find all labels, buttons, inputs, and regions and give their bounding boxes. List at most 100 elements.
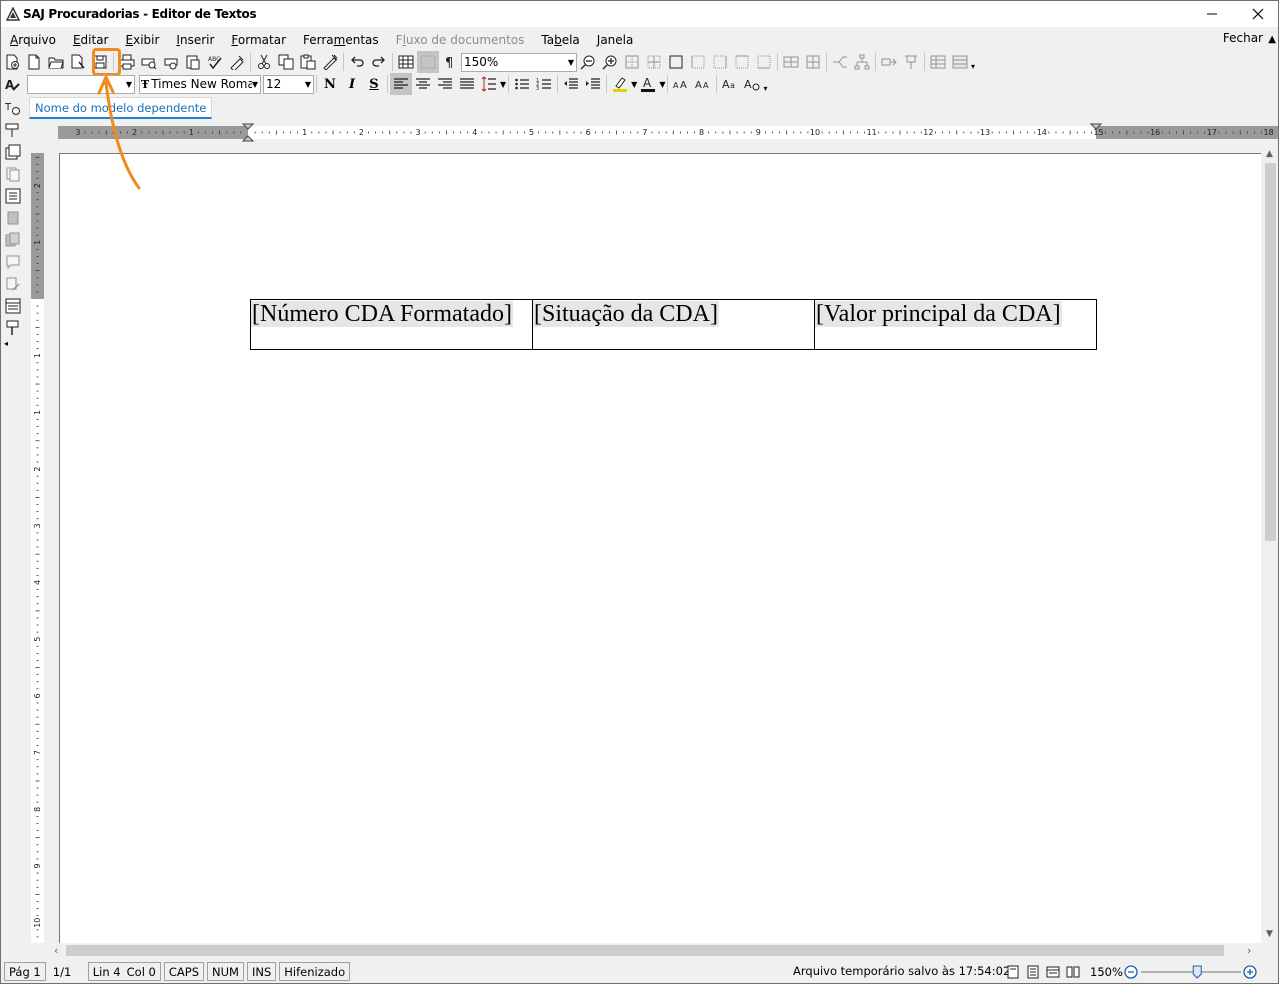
more-tools-chevron-icon[interactable]: ▾ (971, 62, 975, 71)
menu-arquivo[interactable]: Arquivo (1, 33, 64, 47)
align-justify-icon[interactable] (456, 73, 478, 95)
scroll-left-icon[interactable]: ‹ (54, 944, 58, 957)
bullet-list-icon[interactable] (511, 73, 533, 95)
style-brush-icon[interactable]: A (1, 73, 23, 95)
flow-merge-icon[interactable] (900, 51, 922, 73)
scroll-down-icon[interactable]: ▼ (1266, 929, 1273, 939)
format-painter-brush-icon[interactable] (226, 51, 248, 73)
horizontal-scrollbar[interactable]: ‹ › (50, 943, 1263, 958)
field-insert-icon[interactable]: T (2, 97, 24, 119)
clear-format-icon[interactable] (319, 51, 341, 73)
decrease-indent-icon[interactable] (560, 73, 582, 95)
normal-view-icon[interactable] (1043, 963, 1063, 980)
undo-icon[interactable] (346, 51, 368, 73)
flow-split-icon[interactable] (829, 51, 851, 73)
minimize-button[interactable] (1189, 1, 1235, 27)
fechar-menu[interactable]: Fechar (1223, 31, 1263, 45)
page-icon[interactable] (2, 207, 24, 229)
chevron-up-icon[interactable]: ▲ (1268, 34, 1276, 45)
align-center-icon[interactable] (412, 73, 434, 95)
border-outer-icon[interactable] (665, 51, 687, 73)
flow-tree-icon[interactable] (851, 51, 873, 73)
print-setup-icon[interactable] (160, 51, 182, 73)
new-from-template-icon[interactable] (1, 51, 23, 73)
text-block-icon[interactable] (2, 119, 24, 141)
border-bottom-icon[interactable] (753, 51, 775, 73)
field-situacao-cda[interactable]: [Situação da CDA] (533, 301, 719, 327)
border-right-icon[interactable] (709, 51, 731, 73)
change-case-icon[interactable]: Aa (719, 73, 741, 95)
align-left-icon[interactable] (390, 73, 412, 95)
scroll-right-icon[interactable]: › (1247, 944, 1251, 957)
section-layout-icon[interactable] (2, 295, 24, 317)
border-all-icon[interactable] (621, 51, 643, 73)
edit-block-icon[interactable] (2, 273, 24, 295)
line-spacing-icon[interactable] (478, 73, 500, 95)
comment-icon[interactable] (2, 251, 24, 273)
border-top-icon[interactable] (731, 51, 753, 73)
insert-row-icon[interactable] (780, 51, 802, 73)
menu-exibir[interactable]: Exibir (117, 33, 168, 47)
underline-button[interactable]: S (363, 73, 385, 95)
table-gridlines-icon[interactable] (417, 51, 439, 73)
menu-inserir[interactable]: Inserir (167, 33, 222, 47)
vertical-scroll-thumb[interactable] (1265, 163, 1276, 541)
pages-icon[interactable] (2, 229, 24, 251)
menu-formatar[interactable]: Formatar (222, 33, 294, 47)
copy-block-icon[interactable] (2, 163, 24, 185)
menu-editar[interactable]: Editar (64, 33, 117, 47)
new-document-icon[interactable] (23, 51, 45, 73)
numbered-list-icon[interactable]: 123 (533, 73, 555, 95)
document-stack-icon[interactable] (2, 141, 24, 163)
field-numero-cda[interactable]: [Número CDA Formatado] (251, 301, 513, 327)
bold-button[interactable]: N (319, 73, 341, 95)
paste-icon[interactable] (297, 51, 319, 73)
paste-special-icon[interactable] (182, 51, 204, 73)
zoom-slider[interactable] (1123, 963, 1259, 980)
menu-ferramentas[interactable]: Ferramentas (294, 33, 387, 47)
increase-indent-icon[interactable] (582, 73, 604, 95)
horizontal-ruler[interactable]: 3 2 1 1 2 3 4 5 6 7 8 9 10 11 12 13 14 15 16 17 18 (29, 121, 1278, 143)
page-view-icon[interactable] (1003, 963, 1023, 980)
scroll-up-icon[interactable]: ▲ (1266, 149, 1273, 159)
document-page[interactable]: [Número CDA Formatado] [Situação da CDA]… (59, 153, 1261, 943)
shrink-font-icon[interactable]: AA (692, 73, 714, 95)
field-valor-principal[interactable]: [Valor principal da CDA] (815, 301, 1062, 327)
grow-font-icon[interactable]: AA (670, 73, 692, 95)
font-color-icon[interactable]: A (637, 73, 659, 95)
more-format-chevron-icon[interactable]: ▾ (763, 84, 767, 93)
menu-tabela[interactable]: Tabela (532, 33, 587, 47)
zoom-select[interactable]: 150% ▼ (461, 52, 577, 72)
italic-button[interactable]: I (341, 73, 363, 95)
copy-icon[interactable] (275, 51, 297, 73)
list-view-icon[interactable] (2, 185, 24, 207)
table-cell[interactable]: [Número CDA Formatado] (250, 299, 533, 350)
insert-column-icon[interactable] (802, 51, 824, 73)
cut-icon[interactable] (253, 51, 275, 73)
font-name-select[interactable]: Ŧ Times New Roman ▼ (139, 74, 261, 94)
menu-janela[interactable]: Janela (588, 33, 642, 47)
print-layout-icon[interactable] (1023, 963, 1043, 980)
vertical-scrollbar[interactable]: ▲ ▼ (1263, 147, 1278, 943)
zoom-in-icon[interactable] (599, 51, 621, 73)
flow-next-icon[interactable] (878, 51, 900, 73)
close-window-button[interactable] (1235, 1, 1278, 27)
align-right-icon[interactable] (434, 73, 456, 95)
more-side-tools-icon[interactable]: ◂ (2, 339, 26, 348)
table-cell[interactable]: [Situação da CDA] (532, 299, 815, 350)
font-size-select[interactable]: 12 ▼ (263, 74, 314, 94)
character-format-icon[interactable]: A (741, 73, 763, 95)
border-left-icon[interactable] (687, 51, 709, 73)
vertical-ruler[interactable]: 2111234567891011 (29, 153, 47, 943)
table-autoformat-icon[interactable] (949, 51, 971, 73)
print-preview-icon[interactable] (138, 51, 160, 73)
highlight-color-icon[interactable] (609, 73, 631, 95)
table-properties-icon[interactable] (927, 51, 949, 73)
redo-icon[interactable] (368, 51, 390, 73)
horizontal-scroll-thumb[interactable] (66, 945, 1224, 956)
show-paragraph-marks-icon[interactable]: ¶ (439, 51, 461, 73)
open-document-icon[interactable] (67, 51, 89, 73)
border-inner-icon[interactable] (643, 51, 665, 73)
paint-format-icon[interactable] (2, 317, 24, 339)
dropdown-arrow-icon[interactable]: ▼ (659, 80, 665, 89)
